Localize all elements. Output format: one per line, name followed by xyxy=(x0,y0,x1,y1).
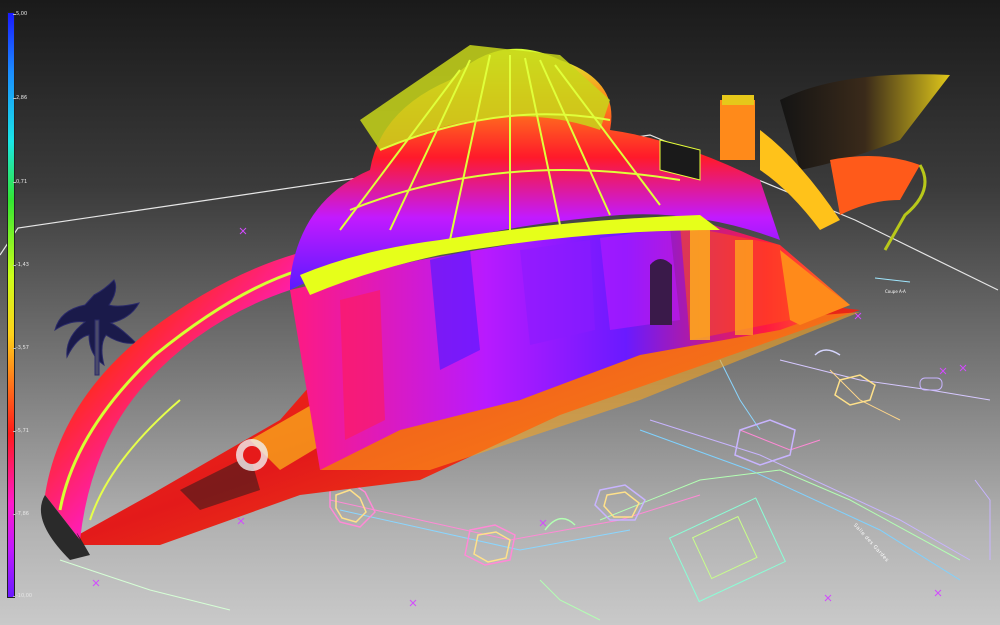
scale-tick-label: -5,71 xyxy=(16,428,29,434)
scale-tick-label: 5,00 xyxy=(16,11,28,17)
elevation-color-scale xyxy=(7,12,15,598)
scale-tick-label: -1,43 xyxy=(16,262,29,268)
scale-tick-label: -7,86 xyxy=(16,511,29,517)
point-cloud-viewport[interactable]: 5,00 2,86 0,71 -1,43 -3,57 -5,71 -7,86 -… xyxy=(0,0,1000,625)
scale-tick-label: 0,71 xyxy=(16,179,28,185)
point-cloud-scene[interactable] xyxy=(0,0,1000,625)
plan-section-label: Coupe A-A xyxy=(885,289,906,294)
scale-tick-label: -3,57 xyxy=(16,345,29,351)
scale-tick-label: -10,00 xyxy=(16,593,33,599)
scale-tick-label: 2,86 xyxy=(16,95,28,101)
